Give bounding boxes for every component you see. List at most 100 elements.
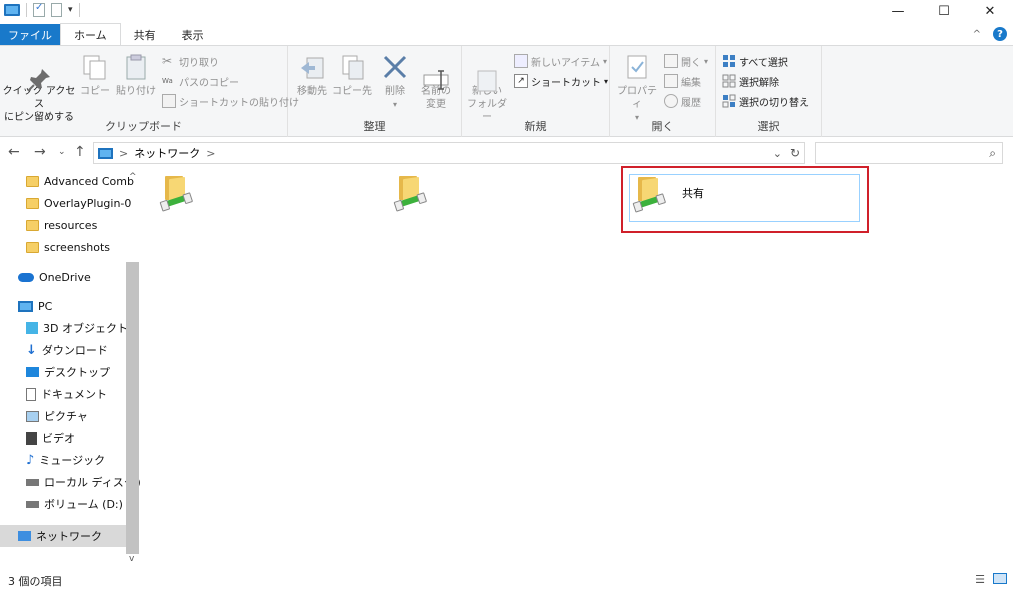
nav-pc-label: PC [38, 299, 53, 313]
new-folder-button[interactable]: 新しい フォルダー [464, 52, 510, 124]
move-to-icon [297, 52, 327, 82]
network-computer-icon [98, 147, 113, 159]
select-all-button[interactable]: すべて選択 [722, 52, 788, 70]
invert-selection-label: 選択の切り替え [739, 97, 809, 109]
address-separator: > [119, 146, 129, 160]
up-arrow-icon[interactable]: ↑ [74, 144, 86, 160]
customize-qat-dropdown-icon[interactable]: ▾ [68, 5, 73, 15]
nav-3d-objects[interactable]: 3D オブジェクト [26, 317, 128, 339]
open-group-label: 開く [651, 120, 674, 133]
nav-volume-d[interactable]: ボリューム (D:) [26, 493, 123, 515]
cut-button[interactable]: ✂ 切り取り [162, 52, 219, 70]
invert-selection-button[interactable]: 選択の切り替え [722, 92, 809, 110]
nav-pictures[interactable]: ピクチャ [26, 405, 88, 427]
copy-path-button[interactable]: Wa パスのコピー [162, 72, 239, 90]
select-none-label: 選択解除 [739, 77, 779, 89]
copy-to-icon [337, 52, 367, 82]
pin-icon [24, 52, 54, 92]
select-all-icon [722, 54, 736, 68]
address-row: ← → ⌄ ↑ > ネットワーク > ⌄ ↻ ⌕ [0, 140, 1013, 166]
nav-item-label: ダウンロード [41, 344, 108, 357]
details-view-icon[interactable]: ☰ [975, 573, 985, 586]
copy-button[interactable]: コピー [80, 52, 110, 98]
rename-button[interactable]: 名前の 変更 [416, 52, 456, 111]
move-to-button[interactable]: 移動先 [292, 52, 332, 98]
scroll-down-icon[interactable]: v [129, 554, 134, 564]
close-button[interactable]: ✕ [967, 0, 1013, 22]
open-group: プロパティ ▾ 開く ▾ 編集 履歴 開く [610, 46, 716, 137]
history-button[interactable]: 履歴 [664, 92, 701, 110]
easy-access-shortcut-button[interactable]: ↗ ショートカット ▾ [514, 72, 608, 90]
shortcut-icon: ↗ [514, 74, 528, 88]
scroll-up-icon[interactable]: ^ [129, 172, 137, 182]
computer-icon [18, 300, 33, 312]
properties-label: プロパティ [617, 86, 657, 110]
help-icon[interactable]: ? [993, 27, 1007, 41]
properties-button[interactable]: プロパティ ▾ [614, 52, 660, 124]
nav-folder[interactable]: screenshots [26, 236, 110, 258]
download-arrow-icon: ↓ [26, 342, 37, 358]
delete-button[interactable]: 削除 ▾ [380, 52, 410, 111]
minimize-button[interactable]: — [875, 0, 921, 22]
select-none-button[interactable]: 選択解除 [722, 72, 779, 90]
address-separator: > [206, 146, 216, 160]
paste-shortcut-button[interactable]: ショートカットの貼り付け [162, 92, 299, 110]
nav-network-label: ネットワーク [36, 530, 102, 543]
nav-item-label: ピクチャ [44, 410, 88, 423]
properties-check-icon[interactable] [33, 2, 45, 17]
picture-icon [26, 410, 39, 422]
edit-button[interactable]: 編集 [664, 72, 701, 90]
nav-documents[interactable]: ドキュメント [26, 383, 107, 405]
nav-videos[interactable]: ビデオ [26, 427, 75, 449]
address-dropdown-icon[interactable]: ⌄ [773, 147, 782, 160]
nav-local-disk[interactable]: ローカル ディスク (C [26, 471, 140, 493]
pin-quick-access-button[interactable]: クイック アクセス にピン留めする [2, 52, 76, 124]
paste-button[interactable]: 貼り付け [116, 52, 156, 98]
nav-folder[interactable]: resources [26, 214, 97, 236]
search-input[interactable]: ⌕ [815, 142, 1003, 164]
nav-onedrive-label: OneDrive [39, 270, 91, 284]
document-icon [26, 387, 36, 401]
nav-downloads[interactable]: ↓ ダウンロード [26, 339, 108, 361]
nav-folder[interactable]: OverlayPlugin-0 [26, 192, 131, 214]
new-item-button[interactable]: 新しいアイテム ▾ [514, 52, 607, 70]
back-arrow-icon[interactable]: ← [8, 144, 20, 160]
nav-item-label: ボリューム (D:) [44, 498, 123, 511]
address-path[interactable]: ネットワーク [134, 145, 200, 161]
highlight-annotation-box [621, 166, 869, 233]
nav-pc[interactable]: PC [18, 295, 52, 317]
folder-icon [26, 219, 39, 231]
open-icon [664, 54, 678, 68]
network-share-item[interactable] [160, 174, 361, 222]
network-folder-icon [394, 174, 426, 209]
refresh-icon[interactable]: ↻ [790, 146, 800, 160]
window-controls: — ☐ ✕ [875, 0, 1013, 22]
nav-scrollbar-thumb[interactable] [126, 262, 139, 554]
collapse-ribbon-icon[interactable]: ^ [973, 29, 981, 40]
nav-music[interactable]: ♪ ミュージック [26, 449, 105, 471]
address-bar[interactable]: > ネットワーク > ⌄ ↻ [93, 142, 805, 164]
tab-share[interactable]: 共有 [121, 24, 169, 45]
nav-desktop[interactable]: デスクトップ [26, 361, 110, 383]
maximize-button[interactable]: ☐ [921, 0, 967, 22]
nav-folder-label: Advanced Comb [44, 174, 134, 188]
network-share-item[interactable] [394, 174, 595, 222]
copy-to-button[interactable]: コピー先 [332, 52, 372, 98]
tab-home[interactable]: ホーム [60, 23, 121, 45]
forward-arrow-icon[interactable]: → [34, 144, 46, 160]
tab-file[interactable]: ファイル [0, 24, 60, 45]
nav-onedrive[interactable]: OneDrive [18, 266, 91, 288]
paste-label: 貼り付け [116, 86, 156, 97]
open-button[interactable]: 開く ▾ [664, 52, 708, 70]
large-icons-view-icon[interactable] [993, 573, 1007, 584]
nav-folder[interactable]: Advanced Comb [26, 170, 134, 192]
tab-view[interactable]: 表示 [169, 24, 217, 45]
shortcut-label: ショートカット [531, 77, 601, 89]
cloud-icon [18, 272, 34, 282]
nav-network[interactable]: ネットワーク [0, 525, 126, 547]
new-folder-icon[interactable] [51, 3, 62, 17]
clipboard-group-label: クリップボード [105, 120, 182, 133]
paste-icon [121, 52, 151, 82]
computer-icon [4, 4, 20, 16]
recent-locations-chevron-icon[interactable]: ⌄ [58, 147, 66, 157]
